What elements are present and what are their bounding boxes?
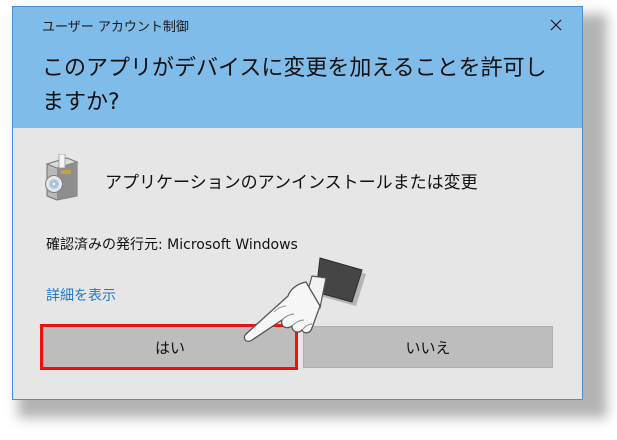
dialog-header: ユーザー アカウント制御 このアプリがデバイスに変更を加えることを許可しますか? <box>13 7 582 128</box>
close-button[interactable] <box>542 11 570 39</box>
window-title: ユーザー アカウント制御 <box>42 20 189 35</box>
no-button[interactable]: いいえ <box>303 326 553 368</box>
yes-button[interactable]: はい <box>43 326 297 368</box>
uac-dialog: ユーザー アカウント制御 このアプリがデバイスに変更を加えることを許可しますか?… <box>12 6 583 400</box>
show-details-link[interactable]: 詳細を表示 <box>46 285 116 305</box>
installer-disc-box-icon <box>43 153 81 202</box>
yes-button-label: はい <box>154 338 185 357</box>
close-icon <box>550 19 562 31</box>
app-name: アプリケーションのアンインストールまたは変更 <box>105 173 478 193</box>
prompt-question: このアプリがデバイスに変更を加えることを許可しますか? <box>42 56 547 115</box>
no-button-label: いいえ <box>405 338 451 357</box>
publisher-info: 確認済みの発行元: Microsoft Windows <box>46 237 298 253</box>
